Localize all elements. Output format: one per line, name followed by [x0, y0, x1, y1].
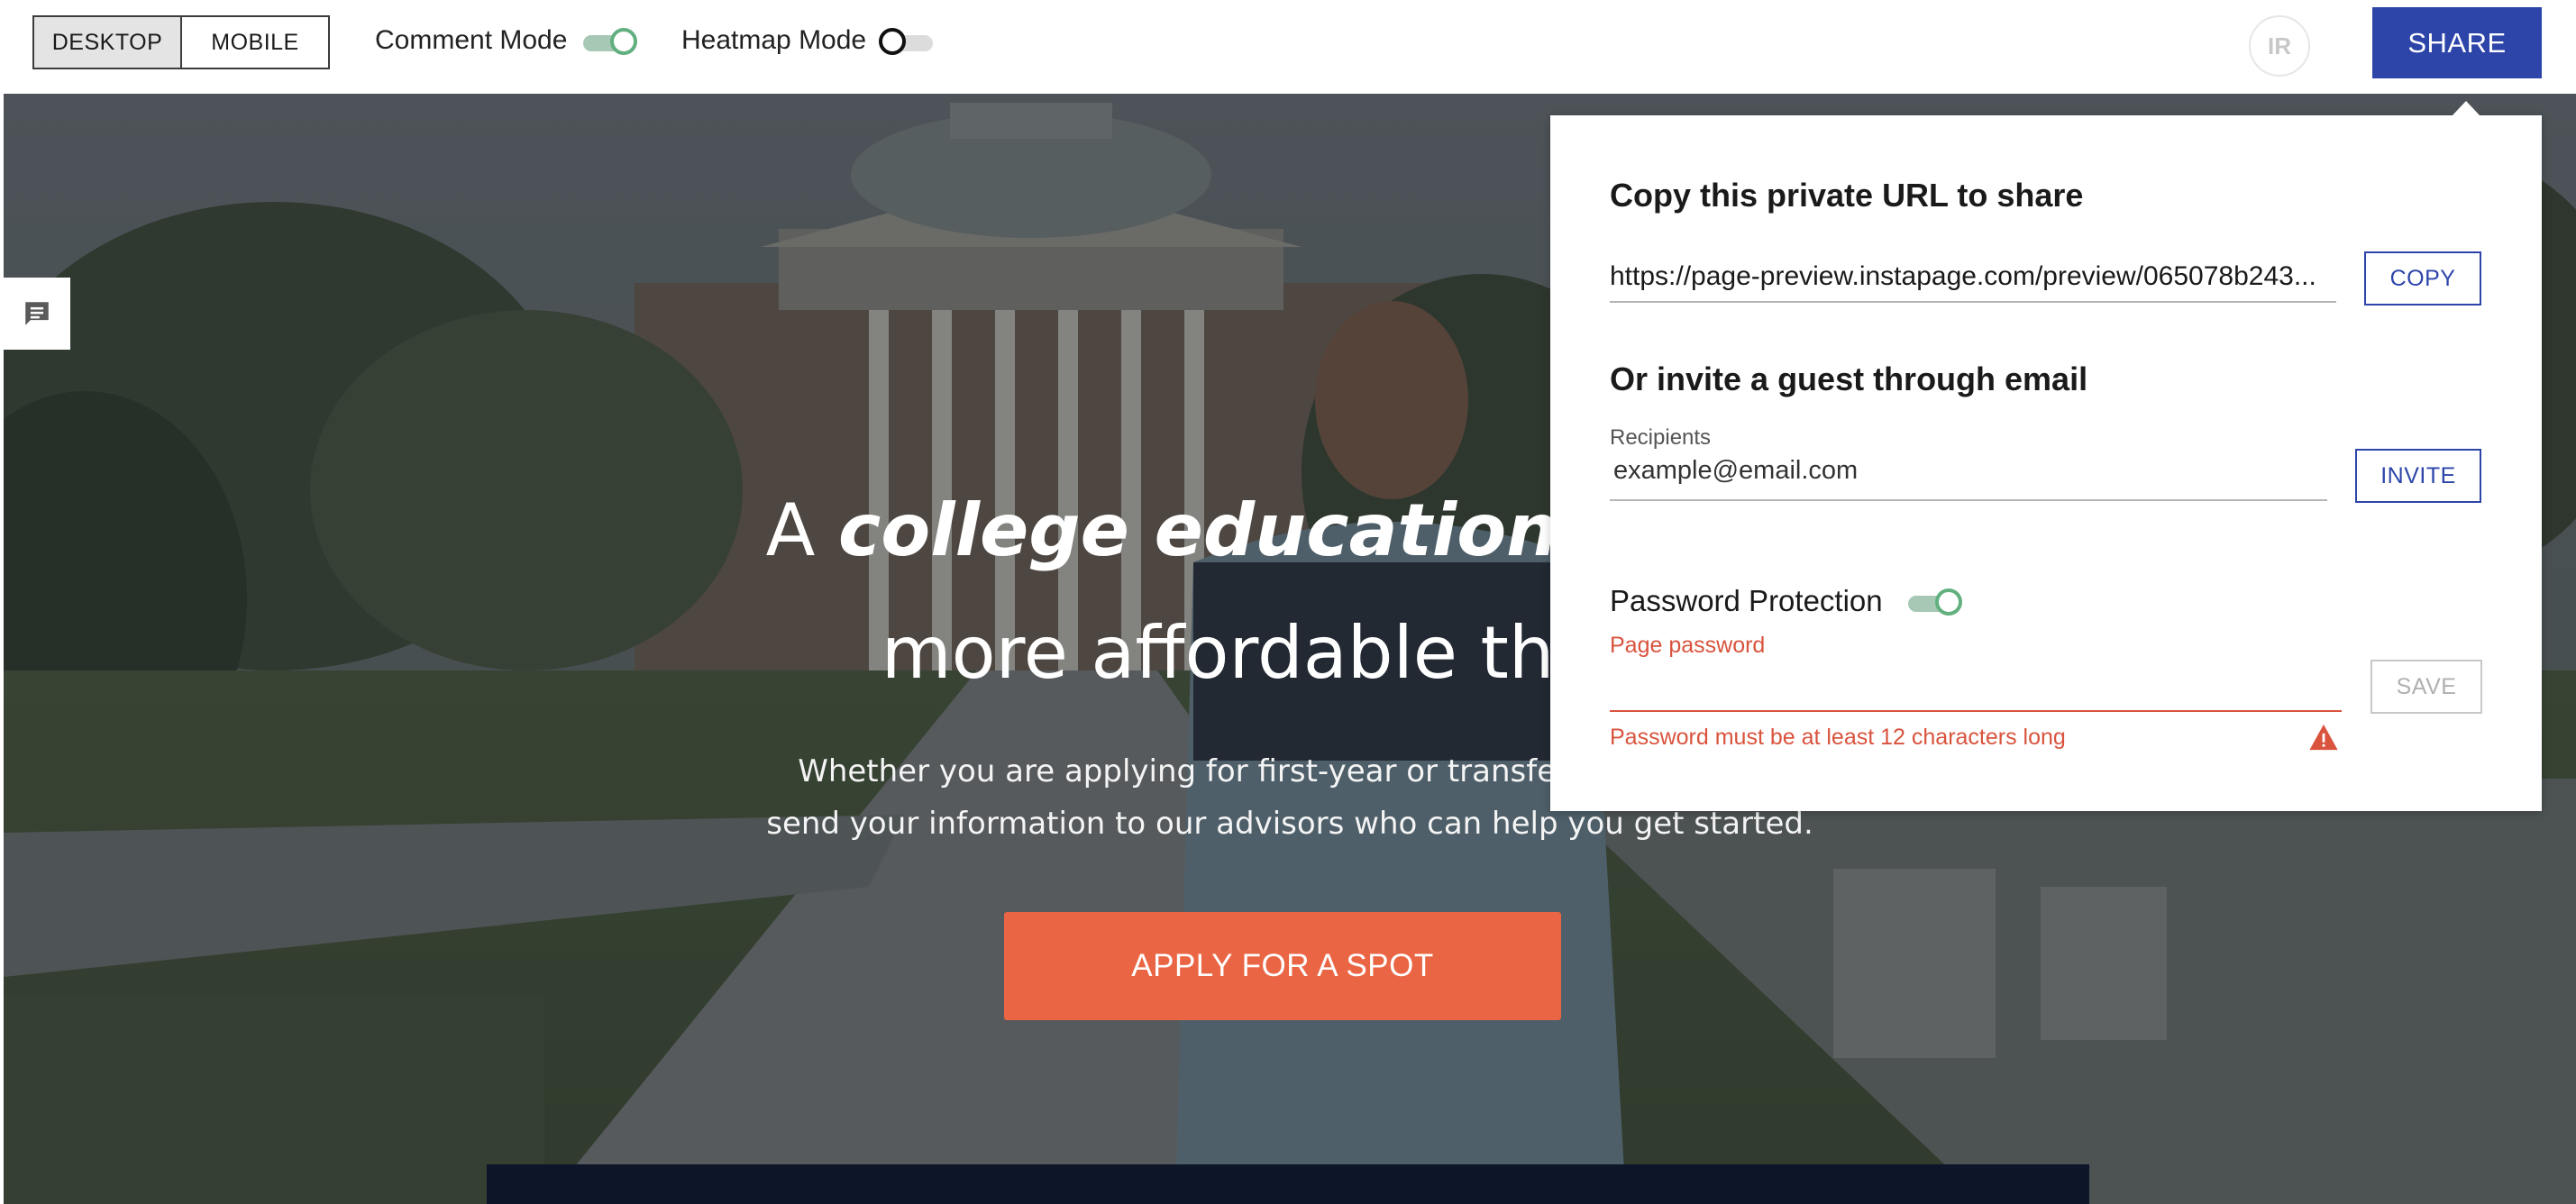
apply-button[interactable]: APPLY FOR A SPOT [1004, 912, 1561, 1020]
comment-mode-toggle[interactable] [580, 28, 637, 57]
hero-subtext-line2: send your information to our advisors wh… [766, 806, 1813, 842]
warning-icon [2309, 724, 2338, 751]
page-password-input[interactable] [1610, 672, 2342, 712]
page-password-label: Page password [1610, 633, 1766, 658]
invite-button[interactable]: INVITE [2355, 449, 2481, 503]
invite-heading: Or invite a guest through email [1610, 360, 2088, 397]
headline-emphasis: college education [837, 488, 1558, 572]
heatmap-mode-toggle[interactable] [879, 28, 936, 57]
share-popover: Copy this private URL to share https://p… [1550, 115, 2542, 811]
comment-icon [25, 302, 49, 325]
desktop-view-button[interactable]: DESKTOP [34, 17, 182, 68]
form-section-edge [487, 1164, 2089, 1204]
user-avatar[interactable]: IR [2249, 15, 2310, 77]
toggle-knob [1935, 588, 1962, 616]
heatmap-mode-label: Heatmap Mode [681, 25, 867, 55]
share-button[interactable]: SHARE [2372, 7, 2542, 78]
view-mode-switch: DESKTOP MOBILE [32, 15, 330, 69]
password-protection-label: Password Protection [1610, 584, 1883, 617]
comment-mode-label: Comment Mode [375, 25, 568, 55]
mobile-view-button[interactable]: MOBILE [182, 17, 328, 68]
password-error-message: Password must be at least 12 characters … [1610, 725, 2066, 750]
share-url-heading: Copy this private URL to share [1610, 177, 2084, 214]
popover-caret [2452, 101, 2480, 116]
toggle-knob [879, 28, 906, 55]
comment-tab[interactable] [4, 278, 70, 350]
headline-prefix: A [765, 488, 838, 572]
recipients-input[interactable]: example@email.com [1610, 456, 2327, 501]
password-protection-toggle[interactable] [1905, 588, 1962, 617]
toggle-knob [610, 28, 637, 55]
recipients-label: Recipients [1610, 425, 1712, 450]
top-toolbar: DESKTOP MOBILE Comment Mode Heatmap Mode… [0, 0, 2576, 94]
share-url-field[interactable]: https://page-preview.instapage.com/previ… [1610, 261, 2336, 303]
copy-button[interactable]: COPY [2364, 251, 2481, 306]
save-password-button[interactable]: SAVE [2370, 660, 2482, 714]
